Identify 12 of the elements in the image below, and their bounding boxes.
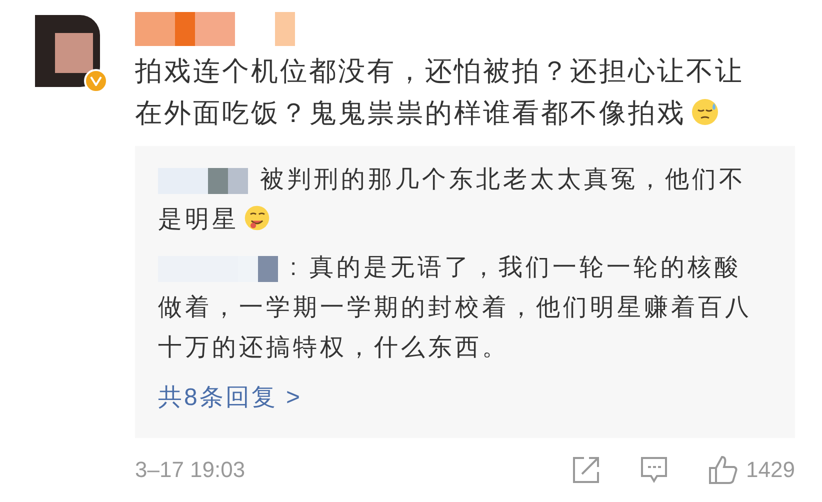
reply-text: : 真的是无语了，我们一轮一轮的核酸做着，一学期一学期的封校着，他们明星赚着百八十万的还搞特权，什么东西。 — [158, 253, 753, 363]
blurred-face — [55, 33, 93, 73]
share-icon[interactable] — [572, 456, 600, 484]
yum-face-emoji-icon — [243, 204, 271, 232]
comment-text: 拍戏连个机位都没有，还怕被拍？还担心让不让在外面吃饭？鬼鬼祟祟的样谁看都不像拍戏 — [135, 55, 745, 130]
thumbs-up-icon[interactable] — [708, 454, 738, 484]
timestamp: 3–17 19:03 — [135, 456, 246, 484]
comment-icon[interactable] — [640, 456, 668, 484]
reply-text: 被判刑的那几个东北老太太真冤，他们不是明星 — [158, 165, 747, 235]
more-replies-link[interactable]: 共8条回复 > — [158, 380, 302, 416]
sweat-face-emoji-icon — [690, 97, 720, 127]
like-count: 1429 — [746, 456, 795, 484]
